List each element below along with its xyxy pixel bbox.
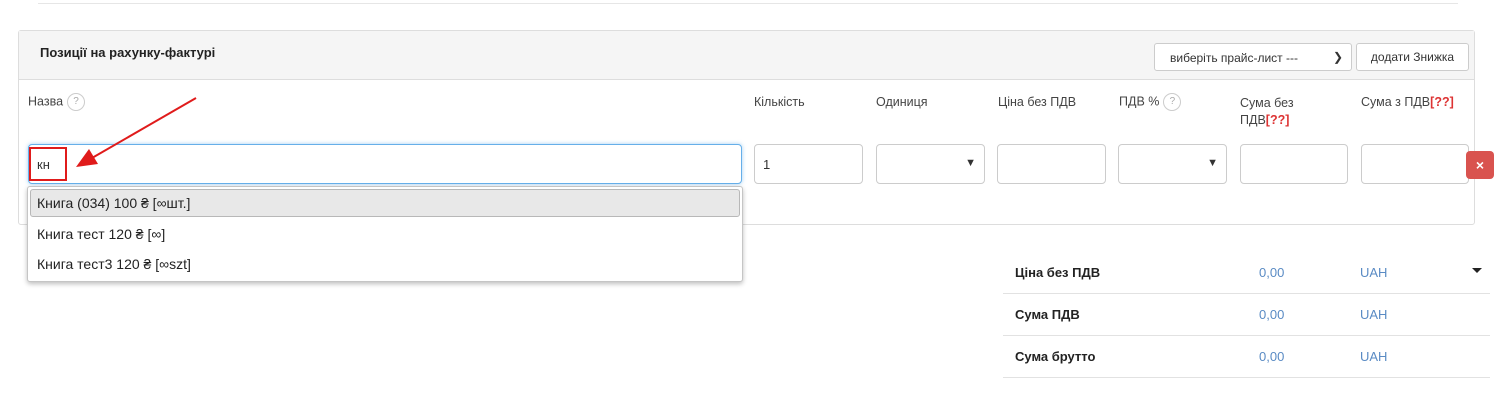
totals-label: Сума ПДВ — [1015, 307, 1080, 322]
totals-label: Ціна без ПДВ — [1015, 265, 1101, 280]
totals-value: 0,00 — [1259, 265, 1285, 280]
autocomplete-item[interactable]: Книга (034) 100 ₴ [∞шт.] — [30, 189, 740, 217]
totals-currency: UAH — [1360, 349, 1388, 364]
totals-row-gross: Сума брутто 0,00 UAH — [1003, 335, 1490, 378]
caret-down-icon[interactable] — [1472, 268, 1482, 273]
autocomplete-item[interactable]: Книга тест 120 ₴ [∞] — [30, 220, 740, 248]
totals-label: Сума брутто — [1015, 349, 1096, 364]
autocomplete-item[interactable]: Книга тест3 120 ₴ [∞szt] — [30, 250, 740, 278]
totals-value: 0,00 — [1259, 349, 1285, 364]
totals-value: 0,00 — [1259, 307, 1285, 322]
totals-currency: UAH — [1360, 307, 1388, 322]
totals-row-vat: Сума ПДВ 0,00 UAH — [1003, 293, 1490, 336]
totals-currency: UAH — [1360, 265, 1388, 280]
autocomplete-dropdown: Книга (034) 100 ₴ [∞шт.] Книга тест 120 … — [27, 186, 743, 282]
totals-row-net: Ціна без ПДВ 0,00 UAH — [1003, 251, 1490, 294]
